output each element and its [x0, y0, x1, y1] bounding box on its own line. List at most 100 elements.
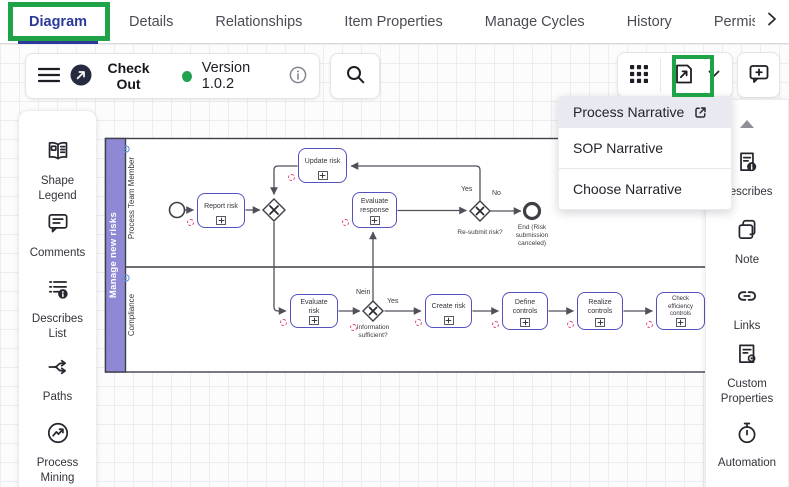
note-icon: [734, 217, 760, 248]
lane-attribute-icon[interactable]: [122, 140, 130, 158]
task-evaluate-response[interactable]: Evaluate response: [352, 192, 397, 228]
panel-item-shape-legend[interactable]: Shape Legend: [19, 138, 96, 204]
task-label: Evaluate risk: [294, 299, 334, 317]
toolbar-narrative-card: [617, 52, 733, 98]
comments-icon: [45, 210, 71, 241]
check-out-label: Check Out: [99, 60, 158, 92]
menu-item-label: Choose Narrative: [573, 181, 682, 197]
subprocess-marker-icon: [676, 318, 686, 327]
panel-item-comments[interactable]: Comments: [19, 210, 96, 261]
task-realize-controls[interactable]: Realize controls: [577, 292, 623, 330]
panel-item-label: Process Mining: [19, 456, 96, 486]
panel-item-links[interactable]: Links: [706, 283, 788, 334]
tab-item-properties[interactable]: Item Properties: [323, 0, 463, 44]
task-marker-icon: [567, 321, 574, 328]
task-evaluate-risk[interactable]: Evaluate risk: [290, 294, 338, 328]
tab-overflow-chevron[interactable]: [755, 0, 789, 43]
search-card: [330, 53, 380, 99]
menu-item-label: SOP Narrative: [573, 140, 663, 156]
panel-item-label: Comments: [26, 246, 90, 261]
flow-label-no: No: [492, 190, 501, 199]
panel-item-label: Custom Properties: [706, 377, 788, 407]
task-marker-icon: [187, 219, 194, 226]
version-label: Version 1.0.2: [202, 60, 277, 92]
process-mining-icon: [45, 420, 71, 451]
narrative-document-button[interactable]: [672, 62, 696, 89]
task-marker-icon: [288, 174, 295, 181]
diagram-canvas[interactable]: Manage new risks Process Team Member Com…: [0, 44, 789, 487]
panel-item-describes-list[interactable]: Describes List: [19, 276, 96, 342]
shape-legend-icon: [45, 138, 71, 169]
task-marker-icon: [492, 321, 499, 328]
panel-item-paths[interactable]: Paths: [19, 354, 96, 405]
chevron-down-icon: [707, 67, 721, 84]
task-marker-icon: [646, 321, 653, 328]
tab-manage-cycles[interactable]: Manage Cycles: [464, 0, 606, 44]
task-marker-icon: [342, 219, 349, 226]
toolbar-main-card: Check Out Version 1.0.2: [25, 53, 320, 99]
subprocess-marker-icon: [216, 216, 226, 225]
narrative-dropdown-chevron[interactable]: [707, 67, 721, 84]
menu-item-sop-narrative[interactable]: SOP Narrative: [559, 128, 731, 168]
menu-item-label: Process Narrative: [573, 104, 684, 120]
subprocess-marker-icon: [318, 171, 328, 180]
panel-item-label: Automation: [714, 456, 780, 471]
panel-item-label: Links: [730, 319, 765, 334]
task-marker-icon: [415, 319, 422, 326]
narrative-dropdown-menu: Process Narrative SOP Narrative Choose N…: [558, 96, 732, 210]
tab-diagram[interactable]: Diagram: [8, 0, 108, 44]
panel-item-custom-properties[interactable]: Custom Properties: [706, 341, 788, 407]
comment-plus-icon: [747, 62, 771, 89]
chevron-right-icon: [764, 11, 780, 32]
document-export-icon: [672, 62, 696, 89]
panel-item-note[interactable]: Note: [706, 217, 788, 268]
hamburger-menu-button[interactable]: [38, 66, 60, 87]
panel-item-label: Describes List: [19, 312, 96, 342]
left-tool-panel: Shape Legend Comments: [18, 110, 97, 487]
task-label: Update risk: [305, 158, 340, 167]
version-info-button[interactable]: [289, 66, 307, 87]
menu-item-process-narrative[interactable]: Process Narrative: [559, 97, 731, 127]
tab-bar: Diagram Details Relationships Item Prope…: [0, 0, 789, 44]
gateway3-question-label: Information sufficient?: [350, 324, 396, 340]
check-out-icon: [70, 64, 92, 89]
subprocess-marker-icon: [595, 318, 605, 327]
add-comment-button[interactable]: [747, 62, 771, 89]
tab-history[interactable]: History: [606, 0, 693, 44]
search-button[interactable]: [345, 64, 366, 88]
external-link-icon: [693, 105, 708, 120]
paths-icon: [45, 354, 71, 385]
version-status-dot: [182, 71, 192, 82]
tab-relationships[interactable]: Relationships: [194, 0, 323, 44]
lane-attribute-icon[interactable]: [122, 269, 130, 287]
task-report-risk[interactable]: Report risk: [197, 193, 245, 228]
end-event[interactable]: [525, 204, 540, 219]
panel-item-label: Shape Legend: [19, 174, 96, 204]
start-event[interactable]: [170, 203, 185, 218]
task-check-efficiency-controls[interactable]: Check efficiency controls: [656, 292, 705, 330]
task-update-risk[interactable]: Update risk: [298, 148, 347, 183]
links-icon: [734, 283, 760, 314]
flow-label-nein: Nein: [356, 289, 370, 298]
menu-item-choose-narrative[interactable]: Choose Narrative: [559, 169, 731, 209]
panel-item-process-mining[interactable]: Process Mining: [19, 420, 96, 486]
describes-list-icon: [45, 276, 71, 307]
panel-item-label: Paths: [39, 390, 76, 405]
subprocess-marker-icon: [370, 216, 380, 225]
apps-grid-button[interactable]: [629, 64, 649, 87]
scroll-up-icon[interactable]: [740, 120, 754, 128]
comment-card: [737, 52, 780, 98]
task-label: Define controls: [506, 299, 544, 317]
describes-icon: [734, 149, 760, 180]
task-create-risk[interactable]: Create risk: [425, 294, 472, 328]
grid-icon: [629, 64, 649, 87]
task-define-controls[interactable]: Define controls: [502, 292, 548, 330]
search-icon: [345, 64, 366, 88]
check-out-button[interactable]: Check Out: [70, 60, 158, 92]
task-label: Report risk: [204, 203, 238, 212]
tab-details[interactable]: Details: [108, 0, 194, 44]
flow-label-yes: Yes: [461, 186, 472, 195]
toolbar-divider: [660, 58, 661, 92]
panel-item-automation[interactable]: Automation: [706, 420, 788, 471]
task-label: Create risk: [432, 303, 466, 312]
